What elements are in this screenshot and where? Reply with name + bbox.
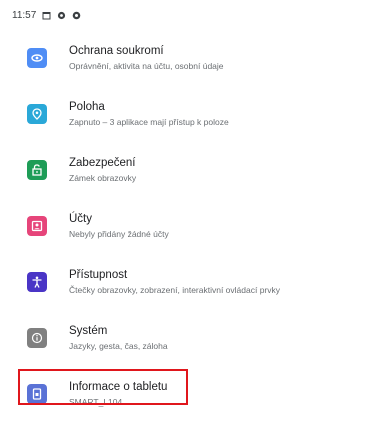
settings-item-privacy[interactable]: Ochrana soukromí Oprávnění, aktivita na … <box>0 30 386 86</box>
settings-item-accessibility[interactable]: Přístupnost Čtečky obrazovky, zobrazení,… <box>0 254 386 310</box>
settings-item-system[interactable]: Systém Jazyky, gesta, čas, záloha <box>0 310 386 366</box>
tablet-icon <box>27 384 47 404</box>
settings-item-title: Systém <box>69 325 108 337</box>
settings-list: Ochrana soukromí Oprávnění, aktivita na … <box>0 30 386 422</box>
account-icon <box>27 216 47 236</box>
settings-item-subtitle: Nebyly přidány žádné účty <box>69 229 169 239</box>
settings-item-subtitle: SMART_L104 <box>69 397 123 407</box>
settings-item-title: Přístupnost <box>69 269 128 281</box>
privacy-icon <box>27 48 47 68</box>
settings-item-subtitle: Oprávnění, aktivita na účtu, osobní údaj… <box>69 61 224 71</box>
accessibility-icon <box>27 272 47 292</box>
lock-icon <box>27 160 47 180</box>
settings-item-title: Ochrana soukromí <box>69 45 164 57</box>
status-time: 11:57 <box>12 9 37 21</box>
settings-item-accounts[interactable]: Účty Nebyly přidány žádné účty <box>0 198 386 254</box>
info-circle-icon <box>27 328 47 348</box>
settings-item-subtitle: Jazyky, gesta, čas, záloha <box>69 341 168 351</box>
status-bar: 11:57 <box>0 0 386 30</box>
shield-icon <box>72 11 81 20</box>
settings-item-subtitle: Čtečky obrazovky, zobrazení, interaktivn… <box>69 285 281 295</box>
settings-item-title: Informace o tabletu <box>69 381 168 393</box>
settings-item-security[interactable]: Zabezpečení Zámek obrazovky <box>0 142 386 198</box>
settings-item-about-tablet[interactable]: Informace o tabletu SMART_L104 <box>0 366 386 422</box>
calendar-icon <box>42 11 51 20</box>
settings-item-subtitle: Zámek obrazovky <box>69 173 137 183</box>
gear-icon <box>57 11 66 20</box>
settings-item-subtitle: Zapnuto – 3 aplikace mají přístup k polo… <box>69 117 229 127</box>
settings-item-title: Poloha <box>69 101 105 113</box>
settings-item-title: Zabezpečení <box>69 157 136 169</box>
settings-item-location[interactable]: Poloha Zapnuto – 3 aplikace mají přístup… <box>0 86 386 142</box>
settings-item-title: Účty <box>69 213 92 225</box>
location-icon <box>27 104 47 124</box>
